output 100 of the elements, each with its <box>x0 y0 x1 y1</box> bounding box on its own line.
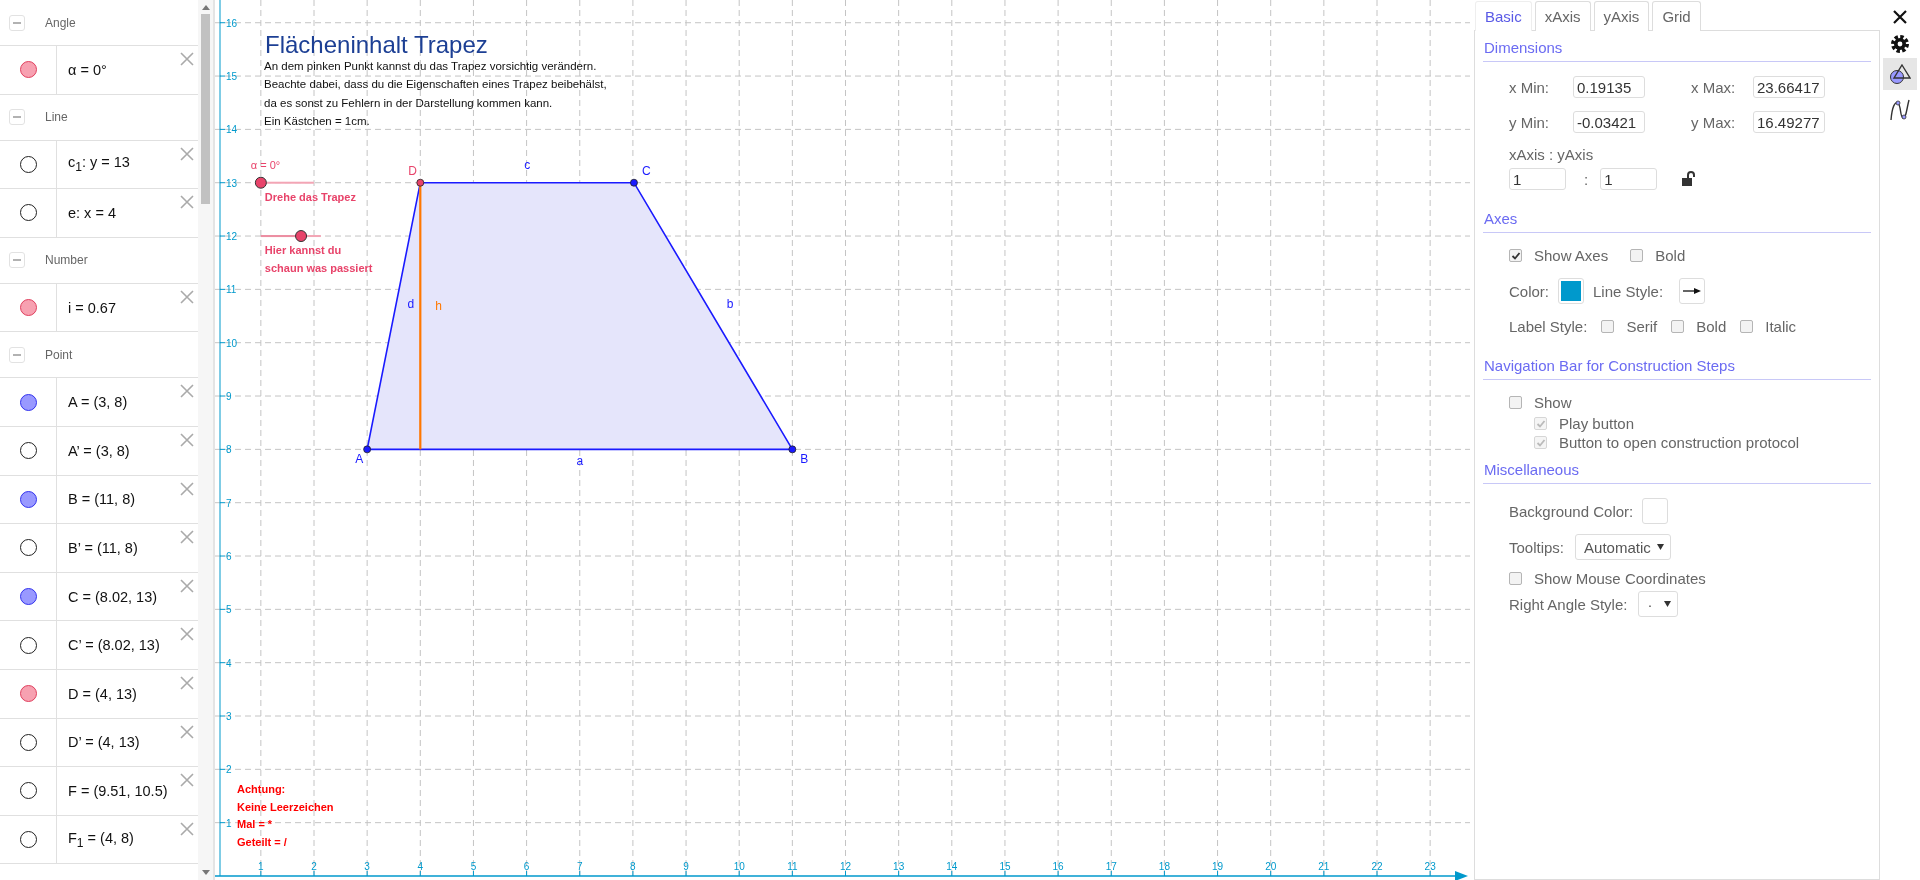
checkbox[interactable] <box>1509 249 1522 262</box>
axis-tick-label: 11 <box>787 861 798 872</box>
tooltips-dropdown[interactable]: Automatic <box>1575 534 1671 560</box>
field-label: Right Angle Style: <box>1509 595 1628 613</box>
visibility-toggle[interactable] <box>19 539 37 557</box>
visibility-toggle[interactable] <box>19 733 37 751</box>
section-heading: Axes <box>1483 202 1871 233</box>
field-label: y Max: <box>1691 113 1737 131</box>
input-field[interactable]: 0.19135 <box>1573 76 1645 98</box>
settings-tab[interactable]: xAxis <box>1534 1 1591 31</box>
instruction-text: Ein Kästchen = 1cm. <box>264 114 370 127</box>
collapse-toggle[interactable] <box>9 252 25 269</box>
algebra-entry[interactable]: c$_{1}$: y = 13 <box>68 154 130 175</box>
section-heading: Miscellaneous <box>1483 453 1871 484</box>
scroll-down-icon[interactable] <box>201 870 210 876</box>
slider-track[interactable] <box>260 230 321 243</box>
visibility-toggle[interactable] <box>19 204 37 222</box>
field-label: Tooltips: <box>1509 538 1565 556</box>
point-label: B <box>800 452 809 467</box>
axis-tick-label: 5 <box>226 604 232 616</box>
color-button[interactable] <box>1642 498 1669 524</box>
field-label: xAxis : yAxis <box>1509 146 1595 163</box>
input-field[interactable]: 23.66417 <box>1753 76 1825 98</box>
point-label: C <box>641 163 651 178</box>
input-field[interactable]: 1 <box>1600 168 1658 190</box>
line-style-button[interactable] <box>1679 278 1706 304</box>
slider-track[interactable] <box>254 176 314 189</box>
visibility-toggle[interactable] <box>19 155 37 173</box>
point[interactable] <box>363 445 372 454</box>
settings-tab[interactable]: yAxis <box>1593 1 1650 31</box>
axis-tick-label: 7 <box>576 861 583 872</box>
algebra-entry[interactable]: i = 0.67 <box>68 299 116 316</box>
visibility-toggle[interactable] <box>19 61 37 79</box>
visibility-toggle[interactable] <box>19 685 37 703</box>
slider-caption: schaun was passiert <box>264 262 373 275</box>
input-field[interactable]: 1 <box>1509 168 1566 190</box>
axis-tick-label: 4 <box>226 657 232 669</box>
point[interactable] <box>416 178 425 187</box>
axis-tick-label: 9 <box>226 391 232 403</box>
graphics-view-tab[interactable] <box>1883 58 1917 90</box>
algebra-entry[interactable]: F = (9.51, 10.5) <box>68 782 168 799</box>
axis-tick-label: 17 <box>1105 861 1117 872</box>
slider-label: α = 0° <box>250 158 281 171</box>
axis-tick-label: 1 <box>226 817 232 829</box>
algebra-entry[interactable]: α = 0° <box>68 61 107 78</box>
axis-tick-label: 18 <box>1158 861 1170 872</box>
input-field[interactable]: 16.49277 <box>1753 111 1825 133</box>
visibility-toggle[interactable] <box>19 636 37 654</box>
algebra-entry[interactable]: A’ = (3, 8) <box>68 442 130 459</box>
triangle-circle-icon <box>1889 64 1911 84</box>
axis-tick-label: 3 <box>364 861 370 872</box>
collapse-toggle[interactable] <box>9 346 25 363</box>
algebra-entry[interactable]: B’ = (11, 8) <box>68 539 138 556</box>
visibility-toggle[interactable] <box>19 588 37 606</box>
point[interactable] <box>788 445 797 454</box>
checkbox[interactable] <box>1671 320 1685 333</box>
axis-tick-label: 21 <box>1318 861 1330 872</box>
algebra-entry[interactable]: B = (11, 8) <box>68 491 136 508</box>
checkbox[interactable] <box>1601 320 1615 333</box>
side-label: d <box>407 297 415 312</box>
scroll-up-icon[interactable] <box>201 4 210 10</box>
checkbox-label: Show Axes <box>1534 247 1609 264</box>
scrollbar-thumb[interactable] <box>201 14 210 204</box>
axis-tick-label: 12 <box>226 231 238 243</box>
algebra-entry[interactable]: D = (4, 13) <box>68 685 137 702</box>
point[interactable] <box>630 178 638 187</box>
settings-icon[interactable] <box>1890 34 1910 54</box>
checkbox-label: Show <box>1534 394 1572 411</box>
settings-tab[interactable]: Basic <box>1475 1 1532 31</box>
settings-tab[interactable]: Grid <box>1652 1 1701 31</box>
visibility-toggle[interactable] <box>19 393 37 411</box>
collapse-toggle[interactable] <box>9 14 25 31</box>
side-label: c <box>524 157 531 172</box>
algebra-entry[interactable]: D’ = (4, 13) <box>68 734 140 751</box>
visibility-toggle[interactable] <box>19 490 37 508</box>
collapse-toggle[interactable] <box>9 109 25 126</box>
section-heading: Dimensions <box>1483 31 1871 62</box>
checkbox[interactable] <box>1509 396 1522 409</box>
input-field[interactable]: -0.03421 <box>1573 111 1645 133</box>
algebra-entry[interactable]: F$_{1}$ = (4, 8) <box>68 829 134 850</box>
lock-icon[interactable] <box>1682 171 1697 187</box>
checkbox[interactable] <box>1630 249 1644 262</box>
axis-tick-label: 3 <box>226 711 232 722</box>
visibility-toggle[interactable] <box>19 831 37 848</box>
checkbox-label: Serif <box>1626 318 1658 335</box>
algebra-entry[interactable]: A = (3, 8) <box>68 394 128 411</box>
slider-caption: Hier kannst du <box>264 244 342 257</box>
close-icon[interactable] <box>1892 9 1908 25</box>
visibility-toggle[interactable] <box>19 299 37 317</box>
algebra-entry[interactable]: e: x = 4 <box>68 205 116 221</box>
checkbox[interactable] <box>1740 320 1754 333</box>
axis-tick-label: 8 <box>226 444 232 456</box>
visibility-toggle[interactable] <box>19 782 37 800</box>
right-angle-dropdown[interactable]: · <box>1638 591 1679 617</box>
algebra-entry[interactable]: C = (8.02, 13) <box>68 588 158 605</box>
algebra-entry[interactable]: C’ = (8.02, 13) <box>68 637 160 654</box>
axis-tick-label: 5 <box>470 861 477 872</box>
visibility-toggle[interactable] <box>19 442 37 460</box>
checkbox[interactable] <box>1509 572 1522 585</box>
group-title: Angle <box>45 15 76 30</box>
